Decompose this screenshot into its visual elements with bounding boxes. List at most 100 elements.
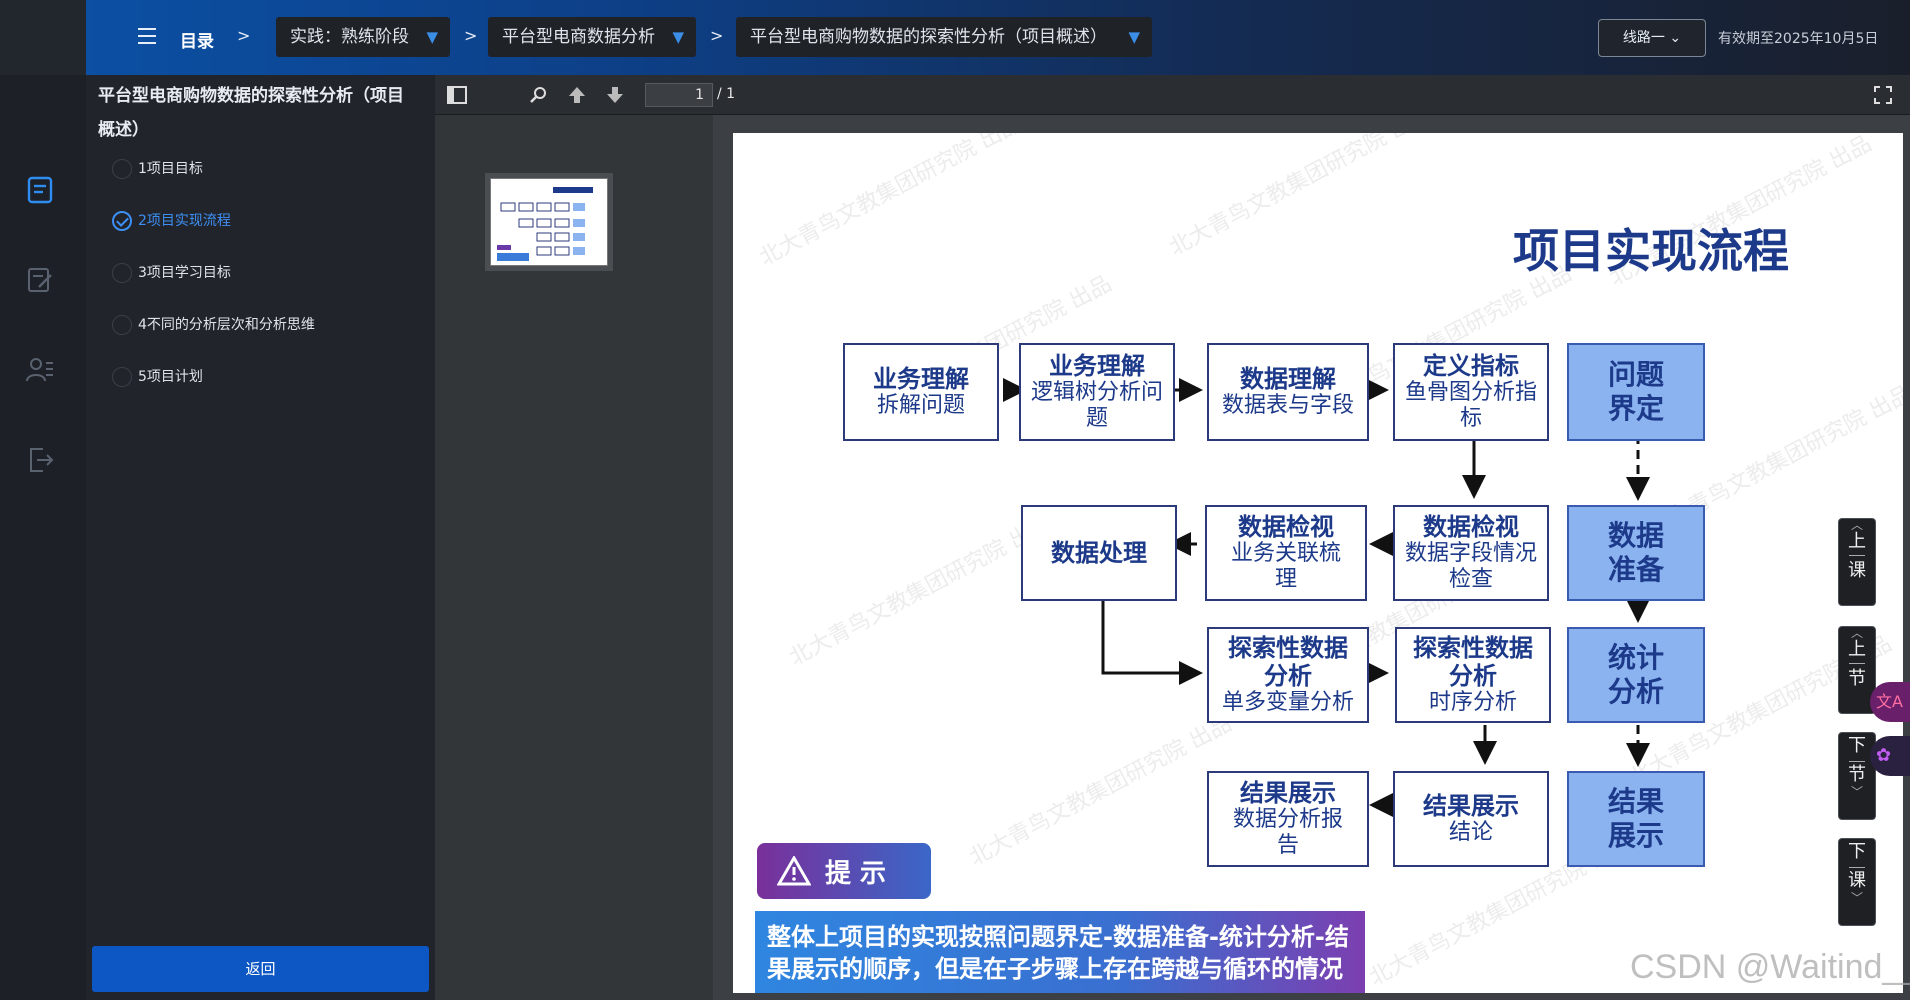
people-icon[interactable] bbox=[25, 355, 55, 385]
prev-lesson-button[interactable]: ︿ 上 课 bbox=[1838, 518, 1876, 606]
prev-lesson-char: 上 bbox=[1848, 531, 1866, 552]
flow-box-sub: 数据字段情况检查 bbox=[1404, 541, 1537, 592]
stage-label: 统计分析 bbox=[1607, 641, 1664, 708]
stage-dropdown[interactable]: 实践：熟练阶段 ▼ bbox=[276, 17, 450, 57]
prev-section-char: 节 bbox=[1848, 668, 1866, 689]
hint-text: 整体上项目的实现按照问题界定-数据准备-统计分析-结果展示的顺序，但是在子步骤上… bbox=[755, 911, 1365, 993]
flow-box-sub: 拆解问题 bbox=[876, 393, 965, 418]
chevron-down-icon: ﹀ bbox=[1850, 891, 1863, 905]
next-section-button[interactable]: 下 节 ﹀ bbox=[1838, 732, 1876, 820]
route-select-button[interactable]: 线路一 ⌄ bbox=[1598, 19, 1706, 57]
stage-result-presentation: 结果展示 bbox=[1567, 771, 1705, 867]
document-icon[interactable] bbox=[25, 175, 55, 205]
brain-icon[interactable]: ✿ bbox=[1870, 736, 1910, 776]
flow-box-title: 探索性数据分析 bbox=[1228, 634, 1348, 690]
pdf-viewer: 1 / 1 北大青鸟文教集团研究院 出品 北大青鸟文教集团研究院 出品 北大青鸟… bbox=[435, 75, 1910, 1000]
edit-icon[interactable] bbox=[25, 265, 55, 295]
check-circle-icon bbox=[112, 211, 132, 231]
expiry-text: 有效期至2025年10月5日 bbox=[1718, 31, 1879, 47]
page-thumbnail[interactable] bbox=[485, 173, 613, 271]
check-circle-icon bbox=[112, 263, 132, 283]
stage-problem-definition: 问题界定 bbox=[1567, 343, 1705, 441]
flow-box-sub: 业务关联梳理 bbox=[1231, 541, 1342, 592]
course-dropdown[interactable]: 平台型电商数据分析 ▼ bbox=[488, 17, 696, 57]
outline-item[interactable]: 5项目计划 bbox=[112, 366, 203, 388]
course-dropdown-label: 平台型电商数据分析 bbox=[502, 27, 655, 47]
flow-box-title: 数据处理 bbox=[1051, 539, 1147, 567]
caret-down-icon: ▼ bbox=[1128, 28, 1140, 46]
search-icon[interactable] bbox=[527, 83, 551, 107]
stage-data-preparation: 数据准备 bbox=[1567, 505, 1705, 601]
flow-box-conclusion: 结果展示 结论 bbox=[1393, 771, 1549, 867]
stage-label: 数据准备 bbox=[1607, 519, 1664, 586]
warning-icon bbox=[777, 856, 811, 886]
page-total: / 1 bbox=[717, 86, 736, 102]
exit-icon[interactable] bbox=[25, 445, 55, 475]
flow-box-title: 业务理解 bbox=[873, 365, 969, 393]
flow-box-title: 探索性数据分析 bbox=[1413, 634, 1533, 690]
stage-statistical-analysis: 统计分析 bbox=[1567, 627, 1705, 723]
flow-box-title: 定义指标 bbox=[1423, 352, 1519, 380]
flow-box-sub: 数据分析报告 bbox=[1233, 807, 1344, 858]
outline-title: 平台型电商购物数据的探索性分析（项目概述） bbox=[98, 86, 404, 140]
stage-label: 结果展示 bbox=[1607, 785, 1664, 852]
outline-item[interactable]: 1项目目标 bbox=[112, 158, 203, 180]
stage-dropdown-label: 实践：熟练阶段 bbox=[290, 27, 409, 47]
flow-box-sub: 逻辑树分析问题 bbox=[1030, 380, 1163, 431]
csdn-watermark: CSDN @Waitind__ bbox=[1630, 948, 1910, 986]
flow-box-business-relation: 数据检视 业务关联梳理 bbox=[1205, 505, 1367, 601]
outline-item-label: 2项目实现流程 bbox=[138, 213, 231, 229]
flow-box-title: 数据理解 bbox=[1240, 365, 1336, 393]
flow-box-sub: 时序分析 bbox=[1428, 690, 1517, 715]
breadcrumb-separator: > bbox=[237, 26, 251, 45]
left-icon-rail bbox=[0, 75, 86, 1000]
lesson-dropdown-label: 平台型电商购物数据的探索性分析（项目概述） bbox=[750, 27, 1107, 47]
chevron-up-icon: ︿ bbox=[1850, 626, 1863, 640]
outline-item[interactable]: 4不同的分析层次和分析思维 bbox=[112, 314, 315, 336]
fullscreen-icon[interactable] bbox=[1871, 83, 1895, 107]
outline-panel: 平台型电商购物数据的探索性分析（项目概述） 1项目目标 2项目实现流程 3项目学… bbox=[86, 75, 435, 1000]
check-circle-icon bbox=[112, 315, 132, 335]
flow-box-eda-timeseries: 探索性数据分析 时序分析 bbox=[1395, 627, 1551, 723]
pdf-toolbar: 1 / 1 bbox=[435, 75, 1910, 115]
sidebar-toggle-icon[interactable] bbox=[445, 83, 469, 107]
back-button[interactable]: 返回 bbox=[92, 946, 429, 992]
outline-item-label: 4不同的分析层次和分析思维 bbox=[138, 317, 315, 333]
outline-item-label: 3项目学习目标 bbox=[138, 265, 231, 281]
flow-box-field-check: 数据检视 数据字段情况检查 bbox=[1393, 505, 1549, 601]
flow-box-title: 业务理解 bbox=[1049, 352, 1145, 380]
stage-label: 问题界定 bbox=[1607, 358, 1664, 425]
next-lesson-button[interactable]: 下 课 ﹀ bbox=[1838, 838, 1876, 926]
flow-box-title: 数据检视 bbox=[1238, 513, 1334, 541]
hint-label: 提 示 bbox=[825, 858, 887, 889]
catalog-label[interactable]: 目录 bbox=[180, 27, 214, 52]
menu-icon[interactable] bbox=[138, 28, 156, 44]
thumbnail-pane bbox=[435, 115, 713, 1000]
translate-icon[interactable]: 文A bbox=[1870, 682, 1910, 722]
check-circle-icon bbox=[112, 367, 132, 387]
breadcrumb-separator: > bbox=[710, 26, 724, 45]
flow-box-sub: 数据表与字段 bbox=[1221, 393, 1354, 418]
outline-item[interactable]: 3项目学习目标 bbox=[112, 262, 231, 284]
breadcrumb-separator: > bbox=[464, 26, 478, 45]
flow-box-define-metrics: 定义指标 鱼骨图分析指标 bbox=[1393, 343, 1549, 441]
flow-box-business-understanding: 业务理解 拆解问题 bbox=[843, 343, 999, 441]
next-lesson-char: 下 bbox=[1848, 841, 1866, 862]
flow-box-sub: 鱼骨图分析指标 bbox=[1404, 380, 1537, 431]
page-number-input[interactable]: 1 bbox=[645, 83, 713, 107]
thumbnail-preview bbox=[490, 178, 608, 266]
prev-section-char: 上 bbox=[1848, 639, 1866, 660]
outline-item-label: 1项目目标 bbox=[138, 161, 203, 177]
flow-box-report: 结果展示 数据分析报告 bbox=[1207, 771, 1369, 867]
flow-box-data-understanding: 数据理解 数据表与字段 bbox=[1207, 343, 1369, 441]
thumbnail-diagram bbox=[497, 187, 593, 261]
flow-box-logic-tree: 业务理解 逻辑树分析问题 bbox=[1019, 343, 1175, 441]
check-circle-icon bbox=[112, 159, 132, 179]
flow-box-title: 数据检视 bbox=[1423, 513, 1519, 541]
flow-box-title: 结果展示 bbox=[1423, 792, 1519, 820]
prev-lesson-char: 课 bbox=[1848, 560, 1866, 581]
lesson-dropdown[interactable]: 平台型电商购物数据的探索性分析（项目概述） ▼ bbox=[736, 17, 1152, 57]
arrow-down-icon[interactable] bbox=[603, 83, 627, 107]
outline-item-active[interactable]: 2项目实现流程 bbox=[112, 210, 231, 232]
arrow-up-icon[interactable] bbox=[565, 83, 589, 107]
